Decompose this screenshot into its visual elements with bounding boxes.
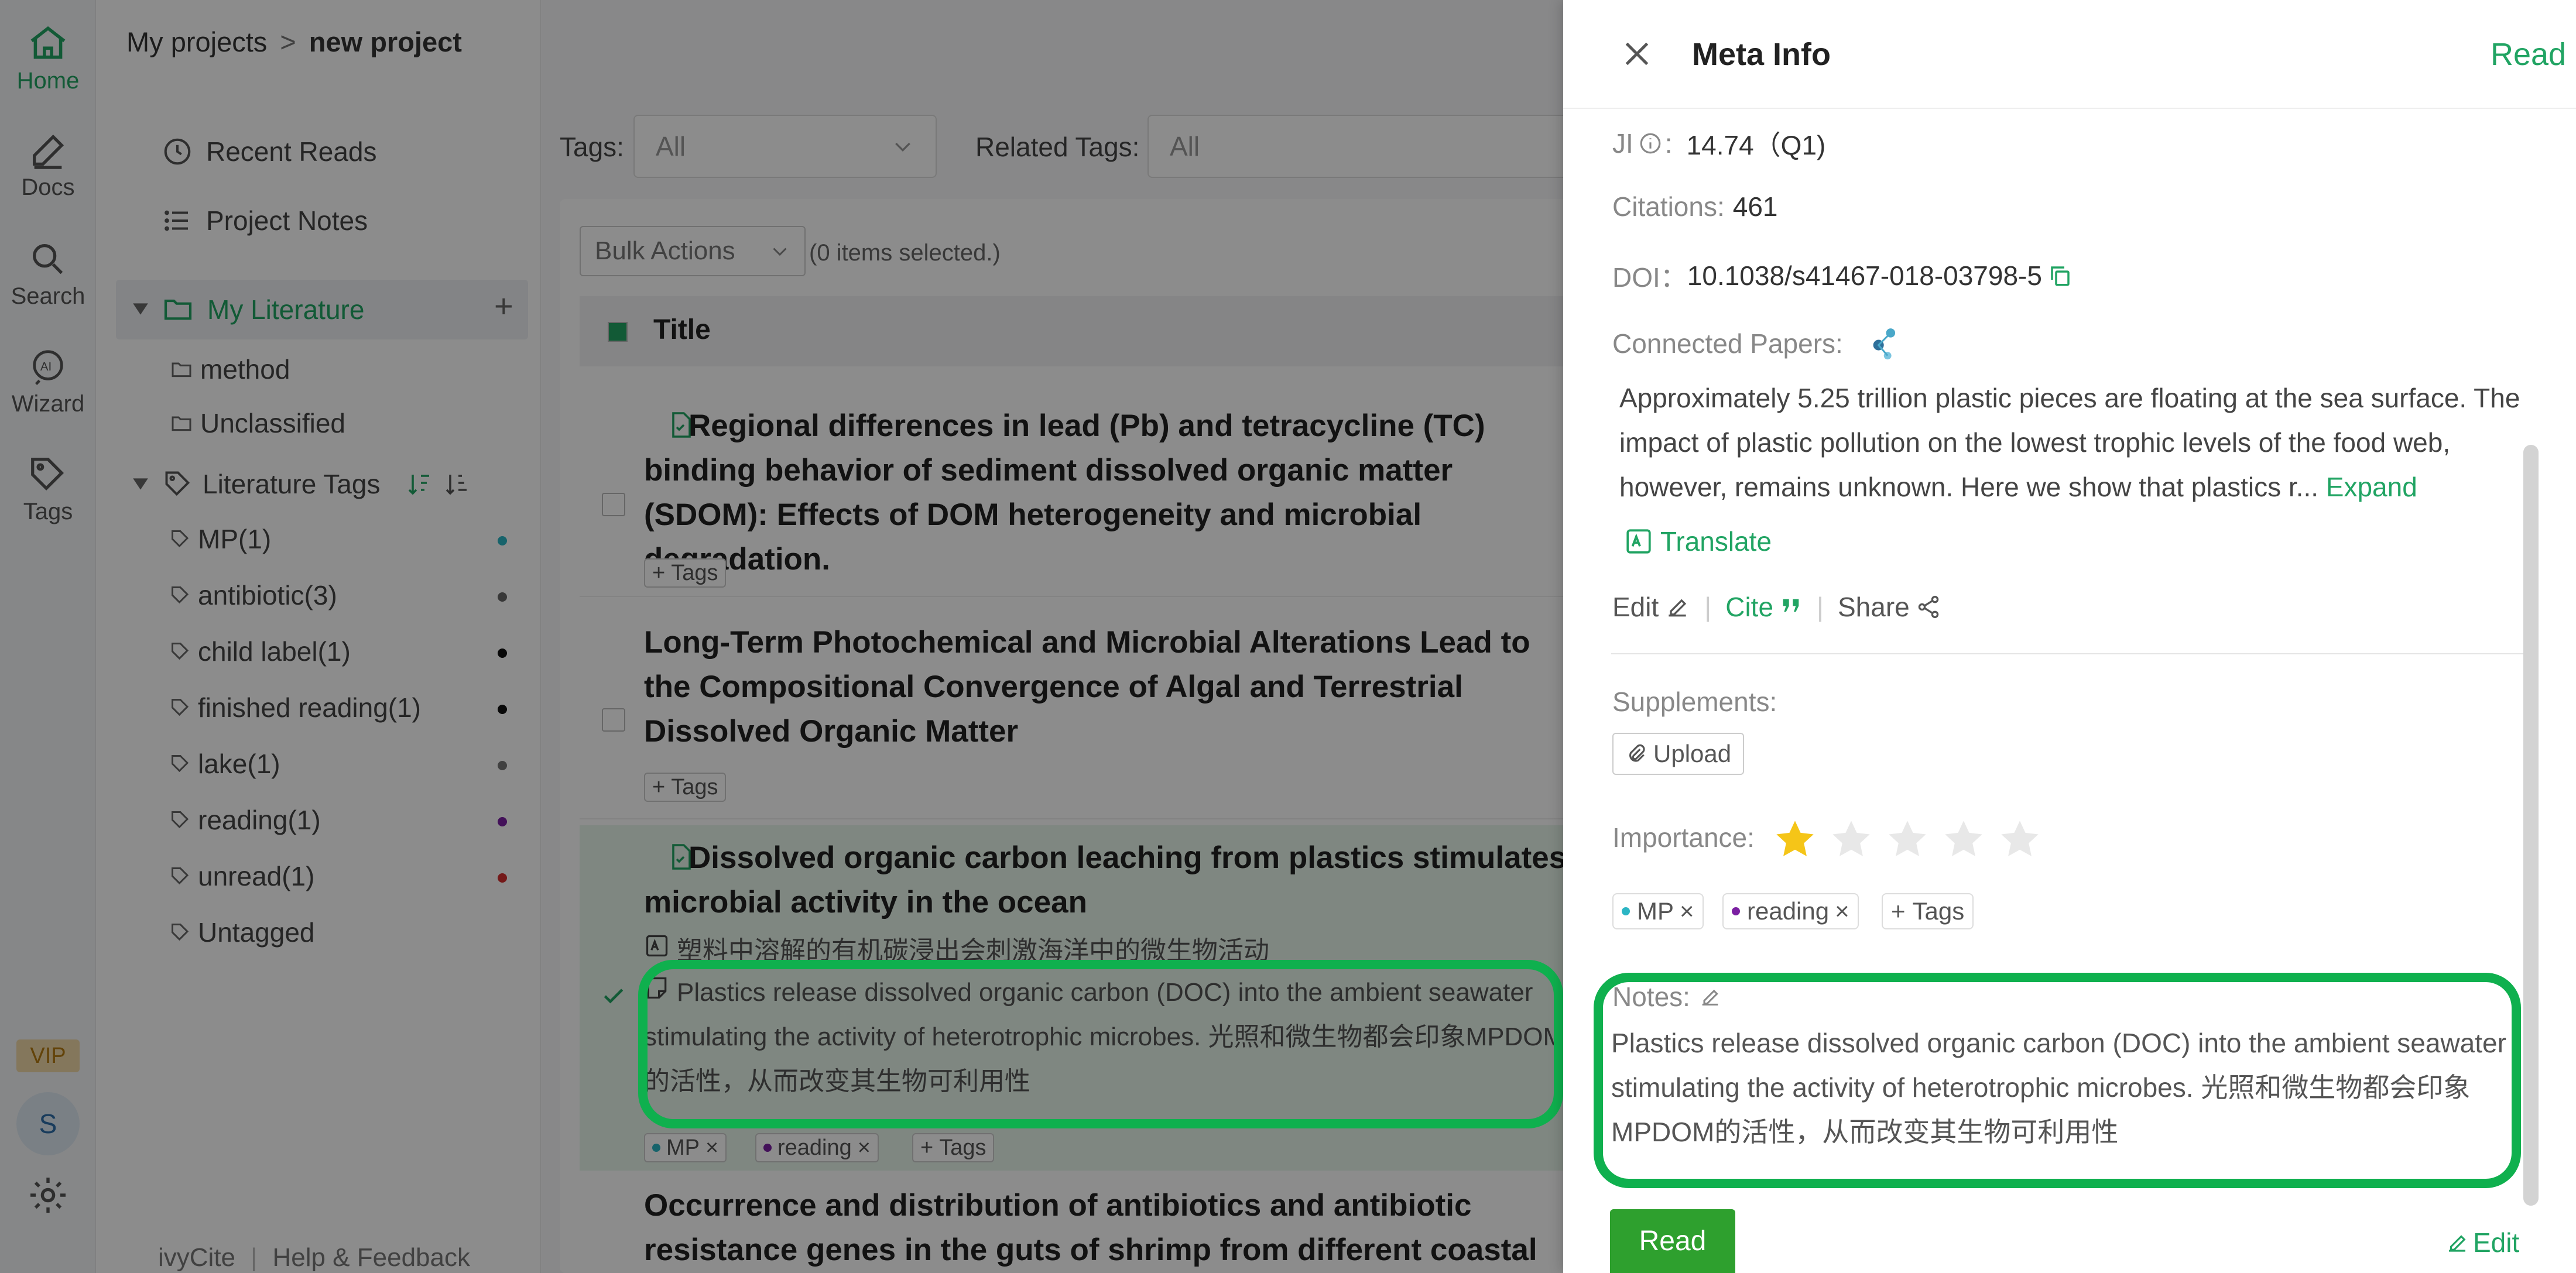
plus-icon: + bbox=[1891, 897, 1906, 925]
abstract-text: Approximately 5.25 trillion plastic piec… bbox=[1619, 376, 2533, 509]
tag-chip-reading[interactable]: reading × bbox=[1722, 893, 1859, 929]
doi-value[interactable]: 10.1038/s41467-018-03798-5 bbox=[1687, 260, 2042, 291]
edit-bottom-label: Edit bbox=[2473, 1227, 2520, 1258]
cite-label[interactable]: Cite bbox=[1725, 591, 1773, 623]
translate-label: Translate bbox=[1660, 526, 1772, 557]
ji-row: JI : 14.74（Q1) bbox=[1612, 124, 1825, 163]
divider: | bbox=[1704, 592, 1712, 622]
ji-colon: : bbox=[1664, 128, 1673, 159]
upload-button[interactable]: Upload bbox=[1612, 733, 1745, 775]
translate-icon bbox=[1626, 529, 1651, 554]
paperclip-icon bbox=[1629, 744, 1645, 762]
ji-label: JI bbox=[1612, 128, 1633, 159]
star-empty-icon[interactable] bbox=[1829, 817, 1873, 862]
remove-tag-icon[interactable]: × bbox=[1680, 897, 1694, 925]
supplements-label: Supplements: bbox=[1612, 687, 1777, 717]
tag-chip-mp[interactable]: MP × bbox=[1612, 893, 1704, 929]
edit-icon bbox=[2449, 1235, 2466, 1252]
divider: | bbox=[1817, 592, 1824, 622]
tag-color-dot bbox=[1622, 907, 1630, 915]
share-label[interactable]: Share bbox=[1838, 591, 1910, 623]
tag-color-dot bbox=[1732, 907, 1740, 915]
connected-papers-label: Connected Papers: bbox=[1612, 328, 1843, 359]
tag-chip-label: reading bbox=[1747, 897, 1830, 925]
notes-header: Notes: bbox=[1612, 981, 1722, 1013]
upload-label: Upload bbox=[1653, 740, 1732, 767]
connected-papers-row: Connected Papers: bbox=[1612, 325, 1903, 362]
expand-link[interactable]: Expand bbox=[2326, 472, 2417, 502]
read-button[interactable]: Read bbox=[1610, 1209, 1735, 1273]
read-link[interactable]: Read bbox=[2491, 36, 2566, 73]
edit-note-icon[interactable] bbox=[1698, 985, 1722, 1008]
star-empty-icon[interactable] bbox=[1885, 817, 1930, 862]
doi-row: DOI： 10.1038/s41467-018-03798-5 bbox=[1612, 256, 2073, 295]
tag-chip-label: MP bbox=[1637, 897, 1674, 925]
drawer-header: Meta Info Read bbox=[1563, 0, 2576, 109]
doi-label: DOI： bbox=[1612, 262, 1687, 293]
section-divider bbox=[1611, 653, 2533, 654]
star-empty-icon[interactable] bbox=[1941, 817, 1986, 862]
translate-button[interactable]: Translate bbox=[1624, 526, 1772, 557]
citations-value: 461 bbox=[1732, 191, 1778, 222]
star-empty-icon[interactable] bbox=[1998, 817, 2042, 862]
drawer-scrollbar[interactable] bbox=[2523, 445, 2539, 1206]
modal-backdrop[interactable] bbox=[0, 0, 1567, 1273]
action-row: Edit | Cite | Share bbox=[1612, 591, 1941, 623]
copy-icon[interactable] bbox=[2048, 263, 2073, 288]
remove-tag-icon[interactable]: × bbox=[1835, 897, 1849, 925]
close-icon[interactable] bbox=[1619, 36, 1654, 71]
citations-label: Citations: bbox=[1612, 191, 1725, 222]
edit-bottom-button[interactable]: Edit bbox=[2445, 1227, 2519, 1258]
quote-icon[interactable] bbox=[1779, 595, 1803, 619]
add-tags-button[interactable]: + Tags bbox=[1882, 893, 1974, 929]
ji-value: 14.74（Q1) bbox=[1686, 130, 1826, 160]
edit-label[interactable]: Edit bbox=[1612, 591, 1659, 623]
importance-label: Importance: bbox=[1612, 822, 1755, 853]
notes-text[interactable]: Plastics release dissolved organic carbo… bbox=[1611, 1021, 2524, 1154]
meta-info-drawer: Meta Info Read JI : 14.74（Q1) Citations:… bbox=[1563, 0, 2576, 1273]
share-icon[interactable] bbox=[1916, 594, 1941, 620]
edit-icon[interactable] bbox=[1664, 594, 1690, 620]
drawer-title: Meta Info bbox=[1692, 37, 1831, 72]
star-filled-icon[interactable] bbox=[1773, 817, 1817, 862]
add-tags-label: Tags bbox=[1912, 897, 1965, 925]
notes-label: Notes: bbox=[1612, 982, 1690, 1012]
citations-row: Citations: 461 bbox=[1612, 191, 1778, 222]
info-icon[interactable] bbox=[1638, 131, 1663, 156]
connected-papers-icon[interactable] bbox=[1866, 325, 1903, 362]
